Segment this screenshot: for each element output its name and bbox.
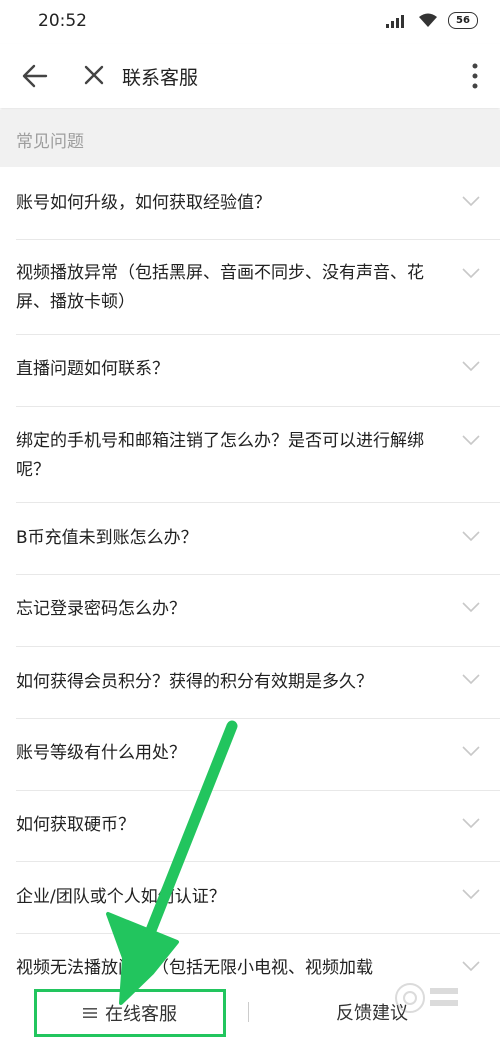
more-options-icon[interactable] [470, 62, 480, 90]
faq-item[interactable]: 账号如何升级，如何获取经验值？ [0, 167, 500, 240]
status-icons: 56 [386, 12, 478, 29]
faq-question: B币充值未到账怎么办？ [16, 528, 198, 548]
chevron-down-icon [462, 268, 480, 279]
chevron-down-icon [462, 961, 480, 972]
faq-question: 账号等级有什么用处？ [16, 743, 186, 763]
back-arrow-icon[interactable] [22, 63, 48, 89]
faq-question: 视频播放异常（包括黑屏、音画不同步、没有声音、花屏、播放卡顿） [16, 263, 424, 312]
bottom-divider [248, 1002, 249, 1022]
faq-item[interactable]: 如何获得会员积分？获得的积分有效期是多久？ [0, 647, 500, 719]
faq-question: 忘记登录密码怎么办？ [16, 599, 186, 619]
faq-question: 如何获得会员积分？获得的积分有效期是多久？ [16, 672, 373, 692]
chevron-down-icon [462, 196, 480, 207]
chevron-down-icon [462, 889, 480, 900]
online-service-button[interactable]: 在线客服 [34, 989, 226, 1037]
faq-question: 绑定的手机号和邮箱注销了怎么办？是否可以进行解绑呢？ [16, 431, 424, 480]
page-title: 联系客服 [122, 67, 199, 89]
faq-question: 如何获取硬币？ [16, 815, 135, 835]
faq-item[interactable]: 账号等级有什么用处？ [0, 719, 500, 791]
chevron-down-icon [462, 674, 480, 685]
wifi-icon [419, 13, 437, 27]
chevron-down-icon [462, 361, 480, 372]
menu-icon [83, 1008, 97, 1018]
faq-item[interactable]: 视频播放异常（包括黑屏、音画不同步、没有声音、花屏、播放卡顿） [0, 240, 500, 335]
faq-question: 账号如何升级，如何获取经验值？ [16, 193, 271, 213]
close-icon[interactable] [82, 63, 106, 87]
faq-question: 直播问题如何联系？ [16, 359, 169, 379]
online-service-label: 在线客服 [105, 1004, 177, 1025]
faq-item[interactable]: 企业/团队或个人如何认证？ [0, 862, 500, 934]
chevron-down-icon [462, 746, 480, 757]
faq-question: 视频无法播放问题（包括无限小电视、视频加载 [16, 958, 373, 978]
status-time: 20:52 [38, 11, 87, 31]
faq-item[interactable]: 视频无法播放问题（包括无限小电视、视频加载 [0, 934, 500, 986]
signal-icon [386, 14, 404, 28]
status-bar: 20:52 56 [0, 0, 500, 44]
faq-section-header: 常见问题 [0, 110, 500, 167]
app-bar: 联系客服 [0, 44, 500, 108]
faq-item[interactable]: 绑定的手机号和邮箱注销了怎么办？是否可以进行解绑呢？ [0, 407, 500, 503]
faq-question: 企业/团队或个人如何认证？ [16, 887, 226, 907]
faq-item[interactable]: 直播问题如何联系？ [0, 335, 500, 407]
chevron-down-icon [462, 818, 480, 829]
faq-item[interactable]: 忘记登录密码怎么办？ [0, 575, 500, 647]
chevron-down-icon [462, 531, 480, 542]
faq-item[interactable]: 如何获取硬币？ [0, 791, 500, 862]
section-title: 常见问题 [16, 132, 84, 152]
chevron-down-icon [462, 435, 480, 446]
battery-indicator: 56 [448, 12, 478, 29]
faq-item[interactable]: B币充值未到账怎么办？ [0, 503, 500, 575]
watermark-logo [395, 983, 458, 1013]
chevron-down-icon [462, 602, 480, 613]
